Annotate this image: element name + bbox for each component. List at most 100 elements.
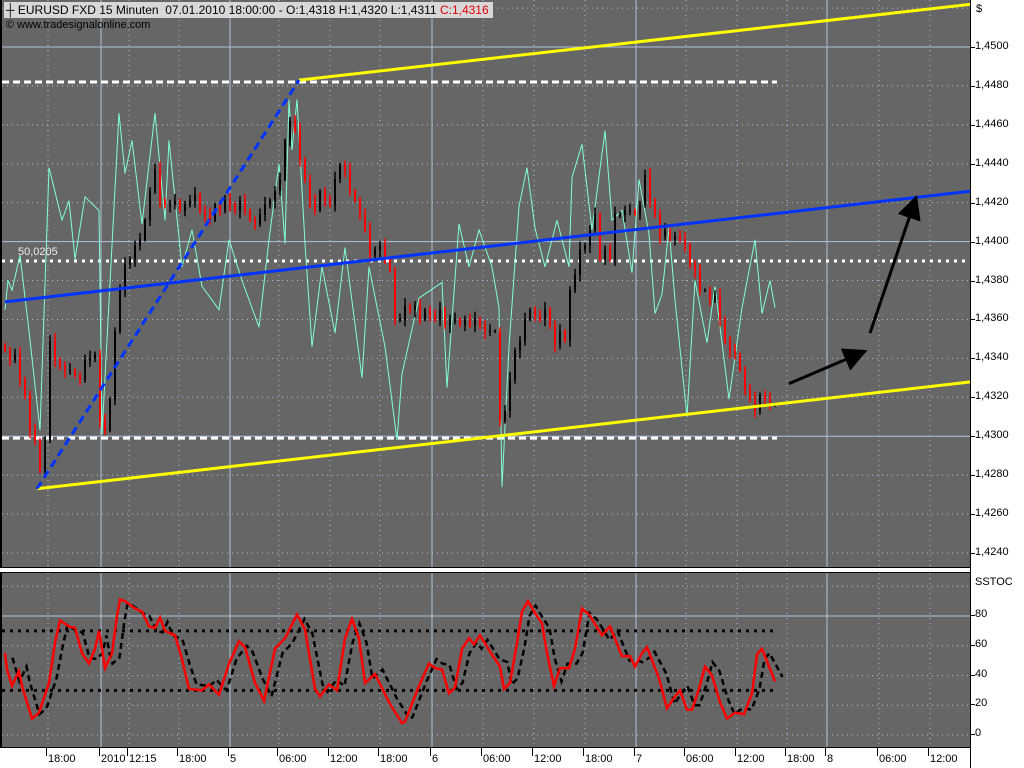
candle bbox=[494, 331, 496, 333]
candle bbox=[104, 420, 106, 431]
candle bbox=[269, 200, 271, 205]
candle bbox=[759, 395, 761, 411]
candle bbox=[444, 309, 446, 326]
candle bbox=[464, 319, 466, 326]
candle bbox=[324, 191, 326, 201]
candle bbox=[144, 220, 146, 240]
time-tick bbox=[481, 748, 482, 756]
candle bbox=[339, 165, 341, 180]
time-tick bbox=[430, 748, 431, 756]
candle bbox=[469, 319, 471, 326]
candle bbox=[764, 395, 766, 400]
time-tick bbox=[99, 748, 100, 756]
candle bbox=[89, 358, 91, 361]
candle bbox=[254, 220, 256, 225]
candle bbox=[434, 315, 436, 320]
price-chart-svg bbox=[2, 0, 970, 567]
time-tick bbox=[877, 748, 878, 756]
candle bbox=[364, 214, 366, 230]
candle bbox=[439, 309, 441, 320]
candle bbox=[309, 179, 311, 201]
candle bbox=[359, 200, 361, 215]
price-tick-label: 1,4300 bbox=[971, 429, 1009, 442]
candle bbox=[669, 229, 671, 240]
candle bbox=[159, 169, 161, 201]
candle bbox=[34, 430, 36, 441]
candle bbox=[124, 264, 126, 291]
stochastic-svg bbox=[2, 573, 970, 747]
candle bbox=[284, 140, 286, 180]
candle bbox=[149, 191, 151, 221]
candle bbox=[319, 191, 321, 211]
stochastic-panel[interactable] bbox=[0, 572, 970, 748]
candle bbox=[414, 305, 416, 310]
candle bbox=[489, 331, 491, 333]
time-tick-label: 18:00 bbox=[787, 753, 815, 765]
candle bbox=[154, 169, 156, 192]
time-axis[interactable]: 18:00 2010 12:15 18:00 5 06:00 12:00 18:00 6 06:0… bbox=[0, 748, 970, 768]
candle bbox=[29, 395, 31, 431]
time-tick bbox=[684, 748, 685, 756]
candle bbox=[314, 200, 316, 211]
candle bbox=[379, 245, 381, 250]
time-tick-label: 06:00 bbox=[483, 753, 511, 765]
time-tick-label: 06:00 bbox=[879, 753, 907, 765]
time-tick-label: 12:00 bbox=[930, 753, 958, 765]
candle bbox=[84, 360, 86, 380]
time-tick bbox=[825, 748, 826, 756]
candle bbox=[199, 194, 201, 211]
candle bbox=[674, 235, 676, 240]
candle bbox=[19, 354, 21, 380]
datetime-label: 07.01.2010 18:00:00 bbox=[165, 3, 276, 17]
candle bbox=[369, 229, 371, 256]
stoch-tick-label: 60 bbox=[970, 637, 988, 650]
candle bbox=[389, 259, 391, 271]
candle bbox=[564, 331, 566, 341]
time-tick bbox=[277, 748, 278, 756]
price-tick-label: 1,4400 bbox=[971, 234, 1009, 247]
candle bbox=[729, 340, 731, 351]
time-tick-label: 18:00 bbox=[179, 753, 207, 765]
candle bbox=[109, 399, 111, 431]
time-tick-label: 12:00 bbox=[737, 753, 765, 765]
candle bbox=[569, 290, 571, 341]
candle bbox=[684, 239, 686, 246]
price-axis[interactable]: $ SSTOC 1,4240 1,4260 1,4280 1,4300 1,4320 1,… bbox=[970, 0, 1024, 768]
candle bbox=[174, 200, 176, 205]
candle bbox=[249, 210, 251, 221]
candle bbox=[584, 245, 586, 250]
time-tick-label: 06:00 bbox=[279, 753, 307, 765]
candle bbox=[69, 370, 71, 372]
stoch-tick-label: 0 bbox=[970, 727, 982, 739]
candle bbox=[259, 214, 261, 225]
time-tick bbox=[228, 748, 229, 756]
candle bbox=[409, 305, 411, 310]
candle bbox=[74, 370, 76, 376]
time-tick bbox=[785, 748, 786, 756]
time-tick bbox=[127, 748, 128, 756]
candle bbox=[394, 270, 396, 320]
candle bbox=[449, 319, 451, 326]
ohl-label: - O:1,4318 H:1,4320 L:1,4311 bbox=[278, 3, 437, 17]
candle bbox=[244, 200, 246, 211]
candle bbox=[274, 191, 276, 201]
time-tick bbox=[328, 748, 329, 756]
price-chart-panel[interactable]: ┼ EURUSD FXD 15 Minuten 07.01.2010 18:00… bbox=[0, 0, 970, 568]
candle bbox=[529, 309, 531, 320]
time-tick bbox=[532, 748, 533, 756]
candle bbox=[169, 204, 171, 206]
candle bbox=[559, 331, 561, 345]
stoch-d-line bbox=[11, 602, 784, 721]
candle bbox=[334, 179, 336, 205]
candle bbox=[664, 229, 666, 236]
candle bbox=[619, 214, 621, 216]
candle bbox=[484, 325, 486, 332]
time-tick-label: 8 bbox=[827, 753, 834, 765]
candle bbox=[634, 210, 636, 215]
candle bbox=[64, 366, 66, 371]
price-tick-label: 1,4360 bbox=[971, 312, 1009, 325]
candle bbox=[94, 354, 96, 359]
candle bbox=[194, 194, 196, 201]
candle bbox=[719, 296, 721, 320]
candle bbox=[264, 204, 266, 215]
